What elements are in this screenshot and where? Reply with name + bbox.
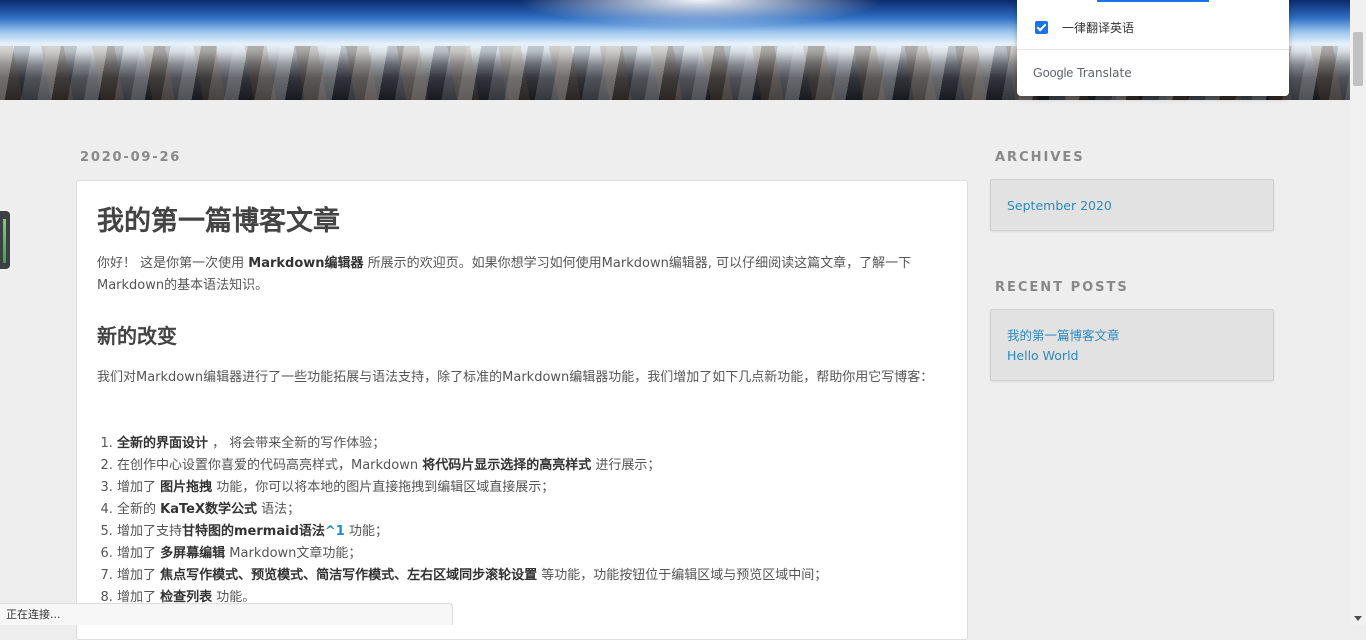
- always-translate-checkbox[interactable]: [1035, 20, 1048, 34]
- archive-link-september-2020[interactable]: September 2020: [1007, 196, 1257, 216]
- scroll-down-arrow-icon[interactable]: [1354, 616, 1362, 621]
- side-volume-widget[interactable]: [0, 211, 10, 269]
- item-text-rest: 语法；: [256, 502, 301, 517]
- item-text-rest: ， 将会带来全新的写作体验；: [208, 436, 386, 451]
- article-card: 我的第一篇博客文章 你好！ 这是你第一次使用 Markdown编辑器 所展示的欢…: [76, 180, 968, 640]
- section-heading: 新的改变: [97, 324, 177, 348]
- item-text: 增加了: [117, 568, 161, 583]
- post-title: 我的第一篇博客文章: [97, 206, 340, 237]
- intro-text: 你好！ 这是你第一次使用: [97, 256, 249, 271]
- recent-post-link-hello-world[interactable]: Hello World: [1007, 346, 1257, 366]
- archives-widget: September 2020: [990, 179, 1274, 231]
- page-scrollbar[interactable]: [1350, 0, 1366, 625]
- item-bold: 甘特图的mermaid语法: [182, 524, 325, 539]
- translate-logo-text: Translate: [1077, 66, 1132, 80]
- item-text: 增加了: [117, 480, 161, 495]
- item-bold: 多屏幕编辑: [160, 546, 226, 561]
- item-text: 在创作中心设置你喜爱的代码高亮样式，Markdown: [117, 458, 423, 473]
- always-translate-option[interactable]: 一律翻译英语: [1035, 18, 1134, 36]
- item-text: 增加了支持: [117, 524, 183, 539]
- translate-divider: [1017, 49, 1289, 50]
- item-text: 全新的: [117, 502, 161, 517]
- list-item: 增加了 焦点写作模式、预览模式、简洁写作模式、左右区域同步滚轮设置 等功能，功能…: [117, 565, 827, 587]
- browser-status-bar: 正在连接...: [0, 603, 453, 625]
- item-bold: 将代码片显示选择的高亮样式: [422, 458, 592, 473]
- list-item: 在创作中心设置你喜爱的代码高亮样式，Markdown 将代码片显示选择的高亮样式…: [117, 455, 827, 477]
- item-text-rest: 功能，你可以将本地的图片直接拖拽到编辑区域直接展示；: [212, 480, 555, 495]
- recent-post-link-first[interactable]: 我的第一篇博客文章: [1007, 326, 1257, 346]
- translate-tab-indicator: [1097, 0, 1209, 2]
- list-item: 增加了支持甘特图的mermaid语法^1 功能；: [117, 521, 827, 543]
- scrollbar-thumb[interactable]: [1353, 32, 1363, 86]
- google-translate-popup: 一律翻译英语 Google Translate: [1017, 0, 1289, 96]
- feature-list: 全新的界面设计 ， 将会带来全新的写作体验； 在创作中心设置你喜爱的代码高亮样式…: [97, 433, 827, 609]
- item-bold: 焦点写作模式、预览模式、简洁写作模式、左右区域同步滚轮设置: [160, 568, 538, 583]
- item-text-rest: 功能；: [344, 524, 388, 539]
- recent-posts-title: RECENT POSTS: [995, 280, 1129, 295]
- item-text-rest: 等功能，功能按钮位于编辑区域与预览区域中间；: [537, 568, 828, 583]
- recent-posts-widget: 我的第一篇博客文章 Hello World: [990, 309, 1274, 381]
- item-text-rest: 进行展示；: [591, 458, 661, 473]
- volume-level-bar: [3, 219, 6, 263]
- post-date: 2020-09-26: [80, 150, 182, 165]
- list-item: 增加了 多屏幕编辑 Markdown文章功能；: [117, 543, 827, 565]
- google-translate-brand: Google Translate: [1033, 66, 1132, 80]
- section-paragraph: 我们对Markdown编辑器进行了一些功能拓展与语法支持，除了标准的Markdo…: [97, 370, 934, 385]
- list-item: 全新的 KaTeX数学公式 语法；: [117, 499, 827, 521]
- list-item: 全新的界面设计 ， 将会带来全新的写作体验；: [117, 433, 827, 455]
- list-item: 增加了 图片拖拽 功能，你可以将本地的图片直接拖拽到编辑区域直接展示；: [117, 477, 827, 499]
- footnote-link[interactable]: ^1: [325, 524, 345, 539]
- archives-title: ARCHIVES: [995, 150, 1085, 165]
- google-logo-text: Google: [1033, 66, 1074, 80]
- item-text: 增加了: [117, 546, 161, 561]
- item-bold: 图片拖拽: [160, 480, 213, 495]
- always-translate-label: 一律翻译英语: [1062, 20, 1135, 35]
- item-bold: 全新的界面设计: [117, 436, 209, 451]
- intro-bold: Markdown编辑器: [248, 256, 364, 271]
- item-bold: KaTeX数学公式: [160, 502, 257, 517]
- post-intro: 你好！ 这是你第一次使用 Markdown编辑器 所展示的欢迎页。如果你想学习如…: [97, 253, 949, 297]
- item-text-rest: Markdown文章功能；: [225, 546, 362, 561]
